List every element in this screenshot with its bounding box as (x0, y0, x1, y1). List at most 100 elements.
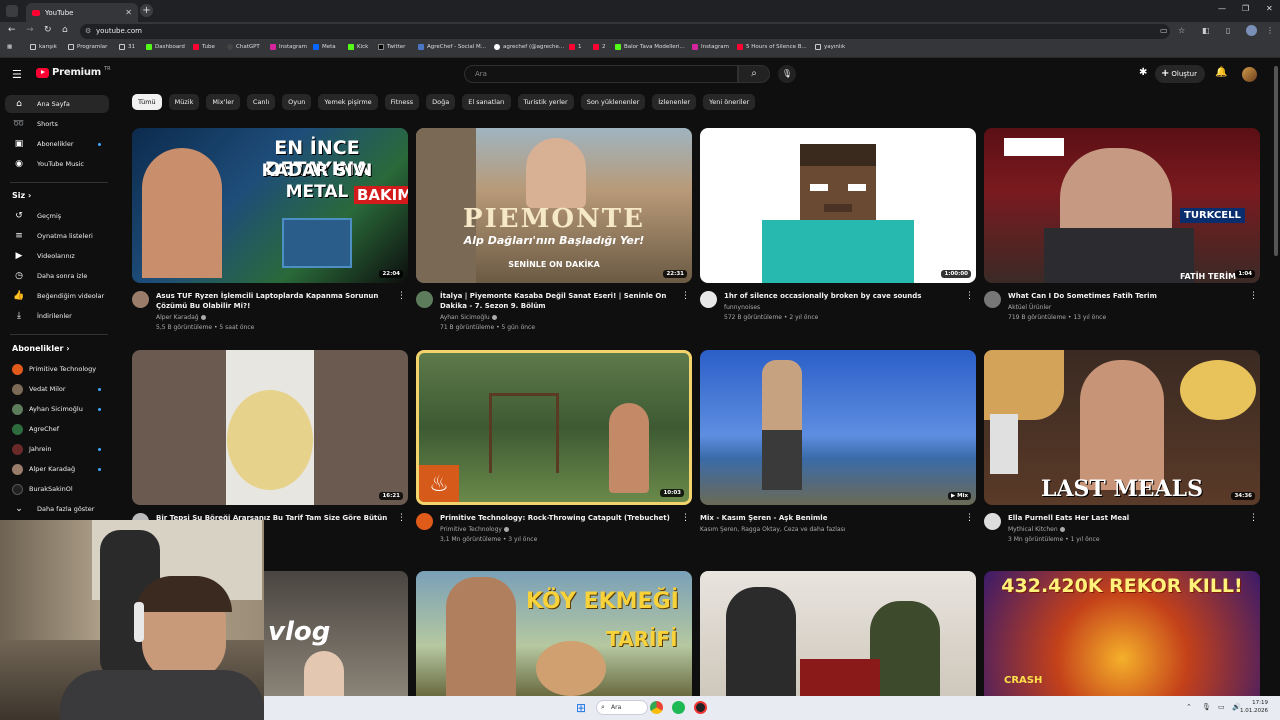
chip[interactable]: Mix'ler (206, 94, 240, 110)
video-card[interactable]: EN İNCE DETAYINA KADAR SIVI METAL BAKIMI… (132, 128, 408, 339)
video-thumbnail[interactable]: 16:21 (132, 350, 408, 505)
more-options-icon[interactable]: ⋮ (965, 291, 974, 301)
video-thumbnail[interactable]: LAST MEALS 34:36 (984, 350, 1260, 505)
channel-avatar[interactable] (700, 291, 717, 308)
sidebar-item-subscriptions[interactable]: ▣ Abonelikler (5, 135, 109, 153)
channel-name[interactable]: Primitive Technology (440, 526, 509, 533)
chip[interactable]: Müzik (168, 94, 200, 110)
more-options-icon[interactable]: ⋮ (1249, 513, 1258, 523)
more-options-icon[interactable]: ⋮ (1249, 291, 1258, 301)
clock[interactable]: 17:19 1.01.2026 (1240, 699, 1268, 715)
video-thumbnail[interactable]: TURKCELL FATİH TERİM 1:04 (984, 128, 1260, 283)
account-avatar[interactable] (1242, 67, 1257, 82)
browser-menu-icon[interactable]: ⋮ (1266, 26, 1274, 35)
bookmark-item[interactable]: Dashboard (146, 44, 185, 50)
bookmark-item[interactable]: 31 (119, 44, 135, 50)
video-thumbnail[interactable]: 1:00:00 (700, 128, 976, 283)
video-title[interactable]: What Can I Do Sometimes Fatih Terim (1008, 291, 1244, 301)
video-card[interactable]: ▶ Mix Mix - Kasım Şeren - Aşk Benimle Ka… (700, 350, 976, 561)
more-options-icon[interactable]: ⋮ (397, 513, 406, 523)
channel-name[interactable]: Ayhan Sicimoğlu (440, 314, 497, 321)
tab-youtube[interactable]: YouTube ✕ (26, 3, 138, 22)
video-card[interactable]: LAST MEALS 34:36 Ella Purnell Eats Her L… (984, 350, 1260, 561)
back-icon[interactable]: ← (8, 25, 16, 35)
video-title[interactable]: Mix - Kasım Şeren - Aşk Benimle (700, 513, 936, 523)
video-title[interactable]: Primitive Technology: Rock-Throwing Cata… (440, 513, 676, 523)
video-thumbnail[interactable]: vlog (264, 571, 408, 696)
more-options-icon[interactable]: ⋮ (681, 513, 690, 523)
video-card[interactable]: PIEMONTE Alp Dağları'nın Başladığı Yer! … (416, 128, 692, 339)
chrome-icon[interactable] (650, 701, 663, 714)
minimize-icon[interactable]: — (1218, 4, 1226, 13)
bookmark-item[interactable]: yayınlık (815, 44, 845, 50)
search-input[interactable]: Ara (464, 65, 738, 83)
voice-search-button[interactable]: 🎙 (778, 65, 796, 83)
video-title[interactable]: İtalya | Piyemonte Kasaba Değil Sanat Es… (440, 291, 676, 311)
bookmark-item[interactable]: ChatGPT (227, 44, 260, 50)
sidebar-item-downloads[interactable]: ⤓ İndirilenler (5, 307, 109, 325)
sidebar-item-music[interactable]: ◉ YouTube Music (5, 155, 109, 173)
chip[interactable]: Fitness (384, 94, 420, 110)
sidebar-item-channel[interactable]: Primitive Technology (5, 360, 109, 378)
new-tab-button[interactable]: + (140, 4, 153, 17)
sidebar-item-shorts[interactable]: ➿ Shorts (5, 115, 109, 133)
chip[interactable]: El sanatları (462, 94, 511, 110)
video-thumbnail[interactable]: ♨ 10:03 (416, 350, 692, 505)
channel-name[interactable]: funnynoises (724, 304, 760, 311)
video-card[interactable] (700, 571, 976, 696)
bookmark-item[interactable]: 2 (593, 44, 606, 50)
sidebar-item-liked[interactable]: 👍 Beğendiğim videolar (5, 287, 109, 305)
chip[interactable]: Turistik yerler (517, 94, 574, 110)
video-thumbnail[interactable]: 432.420K REKOR KILL! CRASH (984, 571, 1260, 696)
channel-avatar[interactable] (984, 513, 1001, 530)
close-tab-icon[interactable]: ✕ (125, 8, 132, 17)
search-button[interactable]: ⌕ (738, 65, 770, 83)
sidebar-item-channel[interactable]: BurakSakinOl (5, 480, 109, 498)
more-options-icon[interactable]: ⋮ (681, 291, 690, 301)
network-icon[interactable]: ▭ (1218, 703, 1225, 711)
bookmark-item[interactable]: AgreChef - Social M... (418, 44, 486, 50)
more-options-icon[interactable]: ⋮ (965, 513, 974, 523)
extensions-icon[interactable]: ◧ (1202, 26, 1210, 35)
bookmark-item[interactable]: 5 Hours of Silence B... (737, 44, 807, 50)
spotify-icon[interactable] (672, 701, 685, 714)
sidepanel-icon[interactable]: ▯ (1226, 26, 1230, 35)
video-thumbnail[interactable]: KÖY EKMEĞİ TARİFİ (416, 571, 692, 696)
apps-icon[interactable]: ▦ (7, 44, 12, 50)
bookmark-item[interactable]: Programlar (68, 44, 107, 50)
channel-name[interactable]: Aktüel Ürünler (1008, 304, 1051, 311)
taskbar-search[interactable]: ⌕ Ara (596, 700, 648, 715)
channel-name[interactable]: Mythical Kitchen (1008, 526, 1065, 533)
sidebar-item-channel[interactable]: AgreChef (5, 420, 109, 438)
browser-profile-avatar[interactable] (1246, 25, 1257, 36)
youtube-premium-logo[interactable]: Premium TR (36, 66, 111, 78)
video-thumbnail[interactable]: PIEMONTE Alp Dağları'nın Başladığı Yer! … (416, 128, 692, 283)
video-card[interactable]: KÖY EKMEĞİ TARİFİ (416, 571, 692, 696)
chip[interactable]: İzlenenler (652, 94, 697, 110)
channel-avatar[interactable] (132, 291, 149, 308)
close-window-icon[interactable]: ✕ (1266, 4, 1273, 13)
bookmark-star-icon[interactable]: ☆ (1178, 26, 1185, 35)
video-card[interactable]: vlog (264, 571, 408, 696)
video-title[interactable]: Ella Purnell Eats Her Last Meal (1008, 513, 1244, 523)
forward-icon[interactable]: → (26, 25, 34, 35)
video-title[interactable]: 1hr of silence occasionally broken by ca… (724, 291, 960, 301)
mic-tray-icon[interactable]: 🎙 (1202, 703, 1211, 711)
site-info-icon[interactable]: ⚙ (85, 24, 91, 39)
sidebar-item-watch-later[interactable]: ◷ Daha sonra izle (5, 267, 109, 285)
sidebar-item-your-videos[interactable]: ▶ Videolarınız (5, 247, 109, 265)
gemini-spark-icon[interactable]: ✱ (1139, 67, 1147, 78)
bookmark-item[interactable]: Twitter (378, 44, 405, 50)
url-bar[interactable]: ⚙ youtube.com (80, 24, 1170, 39)
maximize-icon[interactable]: ❐ (1242, 4, 1249, 13)
bookmark-item[interactable]: Tube (193, 44, 215, 50)
chip[interactable]: Oyun (282, 94, 312, 110)
sidebar-item-channel[interactable]: Vedat Milor (5, 380, 109, 398)
bookmark-item[interactable]: agrechef (@agreche... (494, 44, 564, 50)
video-card[interactable]: TURKCELL FATİH TERİM 1:04 What Can I Do … (984, 128, 1260, 339)
bookmark-item[interactable]: 1 (569, 44, 582, 50)
video-thumbnail[interactable]: EN İNCE DETAYINA KADAR SIVI METAL BAKIMI… (132, 128, 408, 283)
subscriptions-section-heading[interactable]: Abonelikler › (12, 344, 70, 353)
reload-icon[interactable]: ↻ (44, 25, 52, 35)
windows-start-icon[interactable]: ⊞ (576, 701, 586, 715)
